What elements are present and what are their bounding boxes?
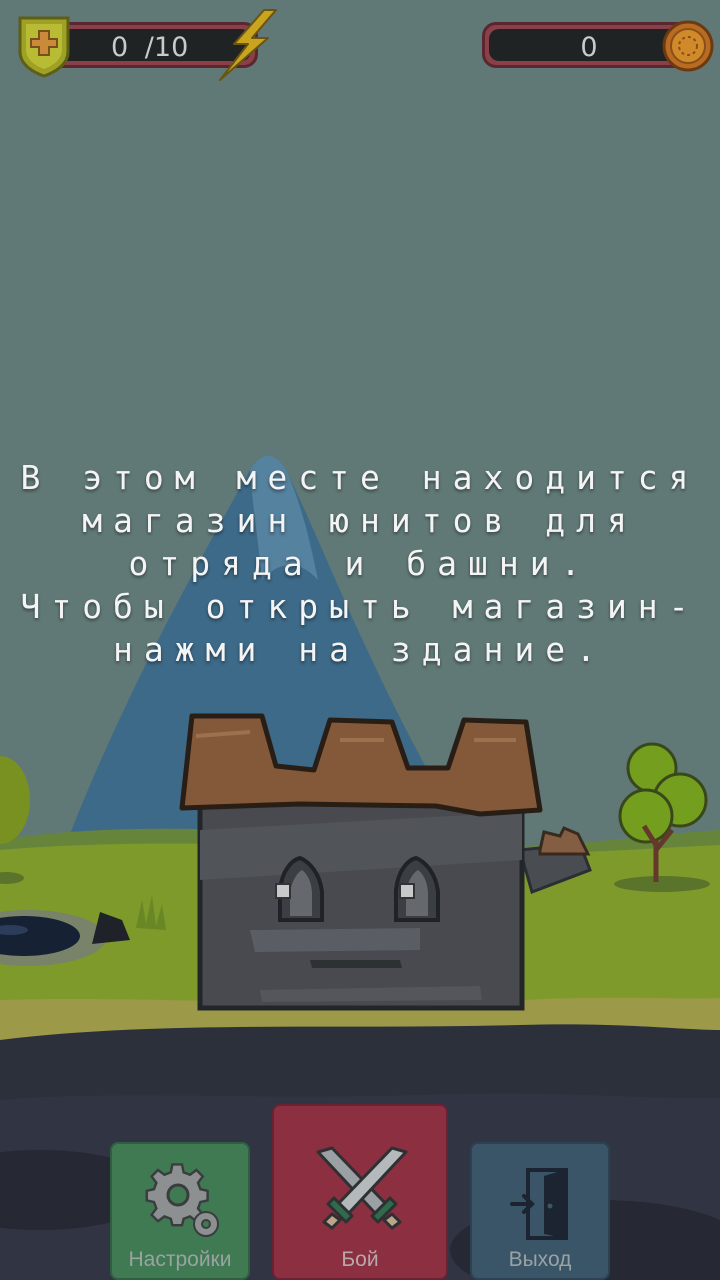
battle-label: Бой [341, 1248, 379, 1271]
exit-label: Выход [508, 1248, 572, 1271]
lightning-icon [219, 9, 277, 81]
tutorial-line-1: В этом месте находится [20, 458, 700, 497]
tutorial-line-4: Чтобы открыть магазин- [20, 587, 700, 626]
crossed-swords-icon [316, 1146, 408, 1230]
settings-label: Настройки [128, 1248, 232, 1271]
coin-icon [662, 20, 714, 72]
tree-crown-left [618, 788, 674, 844]
exit-door-icon [510, 1168, 568, 1240]
exit-button[interactable]: Выход [470, 1142, 610, 1280]
energy-separator: / [144, 32, 154, 63]
energy-max: 10 [153, 32, 189, 63]
battle-button[interactable]: Бой [272, 1104, 448, 1280]
plus-shield-icon[interactable] [16, 12, 72, 78]
gear-icon [145, 1163, 219, 1237]
tutorial-message: В этом месте находится магазин юнитов дл… [0, 456, 720, 671]
shop-building[interactable] [179, 713, 543, 1011]
energy-current: 0 [111, 32, 129, 63]
shop-roof [179, 713, 543, 817]
tutorial-line-2: магазин юнитов для [82, 501, 638, 540]
tutorial-line-5: нажми на здание. [113, 630, 607, 669]
tutorial-line-3: отряда и башни. [128, 544, 592, 583]
settings-button[interactable]: Настройки [110, 1142, 250, 1280]
